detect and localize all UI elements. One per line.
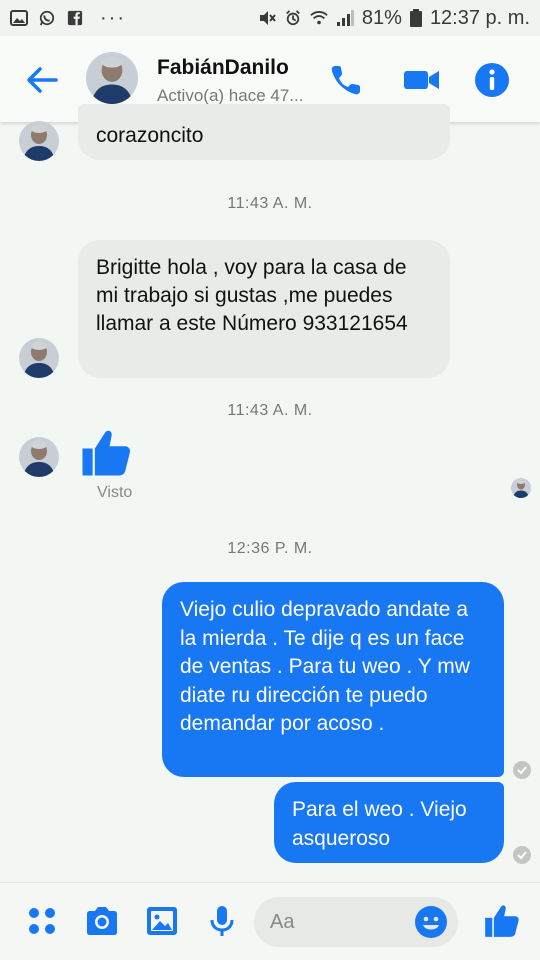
message-text: Viejo culio depravado andate a la mierda… [180, 598, 470, 735]
contact-avatar [19, 121, 59, 161]
contact-avatar[interactable] [86, 52, 138, 104]
clock: 12:37 p. m. [429, 6, 530, 29]
thumbs-up-icon[interactable] [482, 902, 520, 940]
mute-icon [259, 11, 276, 25]
outgoing-message[interactable]: Para el weo . Viejo asqueroso [274, 782, 504, 863]
outgoing-message[interactable]: Viejo culio depravado andate a la mierda… [162, 582, 504, 777]
contact-avatar [19, 437, 59, 477]
contact-name[interactable]: FabiánDanilo [157, 56, 289, 80]
alarm-icon [286, 10, 300, 26]
message-text: corazoncito [96, 124, 204, 147]
timestamp: 11:43 A. M. [227, 195, 313, 212]
battery-icon [409, 9, 422, 27]
camera-icon[interactable] [84, 903, 120, 939]
wifi-icon [310, 11, 328, 25]
timestamp: 12:36 P. M. [227, 540, 313, 557]
contact-avatar [19, 338, 59, 378]
message-text: Para el weo . Viejo asqueroso [292, 798, 467, 850]
more-icon: ··· [100, 7, 126, 29]
video-camera-icon[interactable] [402, 60, 442, 100]
menu-dots-icon[interactable] [24, 903, 60, 939]
battery-percent: 81% [361, 6, 402, 29]
thumbs-up-icon[interactable] [78, 426, 132, 480]
contact-status: Activo(a) hace 47... [157, 86, 304, 105]
delivered-check-icon [513, 846, 531, 864]
emoji-icon[interactable] [414, 905, 448, 939]
phone-icon[interactable] [326, 60, 366, 100]
whatsapp-icon [39, 10, 55, 26]
seen-label: Visto [97, 484, 133, 501]
facebook-icon [67, 10, 83, 26]
back-arrow-icon[interactable] [22, 60, 62, 100]
info-icon[interactable] [472, 60, 512, 100]
delivered-check-icon [513, 761, 531, 779]
image-icon[interactable] [144, 903, 180, 939]
message-composer [0, 882, 540, 960]
read-receipt-avatar [511, 478, 531, 498]
signal-icon [336, 10, 354, 26]
timestamp: 11:43 A. M. [227, 402, 313, 419]
microphone-icon[interactable] [204, 903, 240, 939]
incoming-message[interactable]: corazoncito [78, 104, 450, 160]
status-bar: ··· 81% 12:37 p. m. [0, 0, 540, 36]
incoming-message[interactable]: Brigitte hola , voy para la casa de mi t… [78, 240, 450, 378]
message-text: Brigitte hola , voy para la casa de mi t… [96, 256, 408, 335]
gallery-icon [10, 10, 28, 26]
